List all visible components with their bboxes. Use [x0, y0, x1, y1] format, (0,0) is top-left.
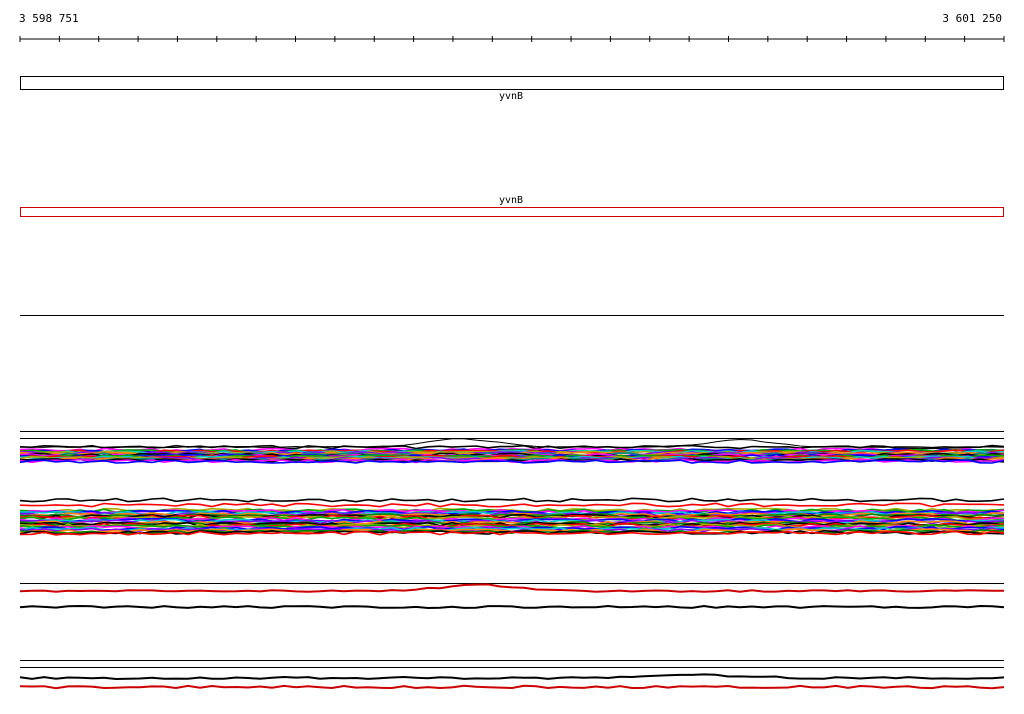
ruler [19, 36, 1005, 42]
gene-label-top[interactable]: yvnB [499, 91, 523, 103]
profile-line [19, 502, 1005, 508]
tracks-canvas[interactable] [0, 0, 1024, 714]
profile-group-4 [19, 673, 1005, 690]
profile-line [19, 673, 1005, 681]
profile-group-3 [19, 583, 1005, 610]
profile-line [19, 497, 1005, 503]
gene-feature-top[interactable] [20, 76, 1004, 90]
profile-line [19, 684, 1005, 690]
profile-line [19, 604, 1005, 610]
gene-feature-bottom[interactable] [20, 207, 1004, 217]
genome-browser-view: 3 598 751 3 601 250 yvnB yvnB [0, 0, 1024, 714]
profile-group-2 [19, 497, 1005, 536]
profile-group-1 [19, 438, 1005, 464]
profile-line [19, 583, 1005, 593]
gene-label-bottom[interactable]: yvnB [499, 195, 523, 207]
